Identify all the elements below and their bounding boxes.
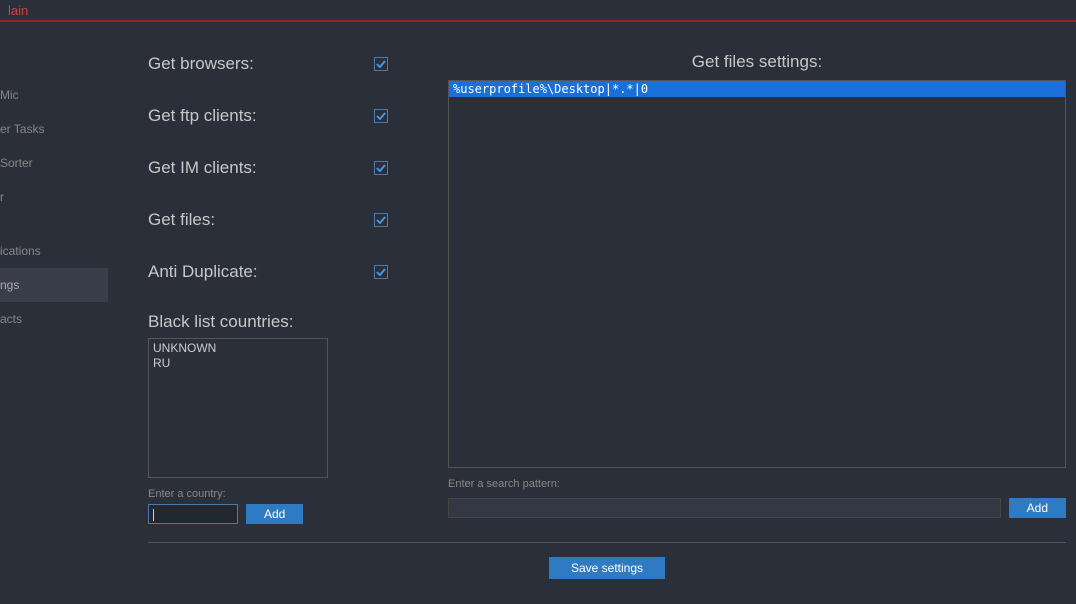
row-get-files: Get files: (148, 208, 388, 232)
check-icon (376, 111, 386, 121)
files-heading: Get files settings: (448, 52, 1066, 72)
country-input-label: Enter a country: (148, 488, 388, 500)
divider (148, 542, 1066, 543)
checkbox-get-browsers[interactable] (374, 57, 388, 71)
window-title: lain (8, 3, 28, 18)
row-get-ftp: Get ftp clients: (148, 104, 388, 128)
pattern-input[interactable] (448, 498, 1001, 518)
label-get-ftp: Get ftp clients: (148, 106, 257, 126)
sidebar-item-sorter[interactable]: Sorter (0, 146, 108, 180)
checkbox-get-files[interactable] (374, 213, 388, 227)
sidebar-item-ications[interactable]: ications (0, 234, 108, 268)
files-line[interactable]: %userprofile%\Desktop|*.*|0 (449, 81, 1065, 97)
right-column: Get files settings: %userprofile%\Deskto… (448, 52, 1066, 524)
sidebar-item-r[interactable]: r (0, 180, 108, 214)
label-anti-duplicate: Anti Duplicate: (148, 262, 258, 282)
check-icon (376, 163, 386, 173)
sidebar: Mic er Tasks Sorter r ications ngs acts (0, 22, 108, 604)
sidebar-item-mic[interactable]: Mic (0, 78, 108, 112)
sidebar-item-settings[interactable]: ngs (0, 268, 108, 302)
check-icon (376, 215, 386, 225)
row-anti-duplicate: Anti Duplicate: (148, 260, 388, 284)
main-panel: Get browsers: Get ftp clients: Get IM cl… (108, 22, 1076, 604)
check-icon (376, 59, 386, 69)
add-pattern-button[interactable]: Add (1009, 498, 1066, 518)
sidebar-item-tasks[interactable]: er Tasks (0, 112, 108, 146)
blacklist-item[interactable]: UNKNOWN (153, 341, 323, 356)
checkbox-get-im[interactable] (374, 161, 388, 175)
country-input[interactable] (148, 504, 238, 524)
blacklist-item[interactable]: RU (153, 356, 323, 371)
checkbox-anti-duplicate[interactable] (374, 265, 388, 279)
left-column: Get browsers: Get ftp clients: Get IM cl… (148, 52, 388, 524)
text-cursor-icon (153, 509, 154, 521)
label-get-files: Get files: (148, 210, 215, 230)
files-listbox[interactable]: %userprofile%\Desktop|*.*|0 (448, 80, 1066, 468)
checkbox-get-ftp[interactable] (374, 109, 388, 123)
check-icon (376, 267, 386, 277)
blacklist-listbox[interactable]: UNKNOWN RU (148, 338, 328, 478)
pattern-input-label: Enter a search pattern: (448, 478, 1066, 490)
content: Mic er Tasks Sorter r ications ngs acts … (0, 22, 1076, 604)
add-country-button[interactable]: Add (246, 504, 303, 524)
label-get-im: Get IM clients: (148, 158, 257, 178)
label-get-browsers: Get browsers: (148, 54, 254, 74)
save-settings-button[interactable]: Save settings (549, 557, 665, 579)
sidebar-item-acts[interactable]: acts (0, 302, 108, 336)
row-get-im: Get IM clients: (148, 156, 388, 180)
blacklist-heading: Black list countries: (148, 312, 388, 332)
titlebar: lain (0, 0, 1076, 22)
row-get-browsers: Get browsers: (148, 52, 388, 76)
